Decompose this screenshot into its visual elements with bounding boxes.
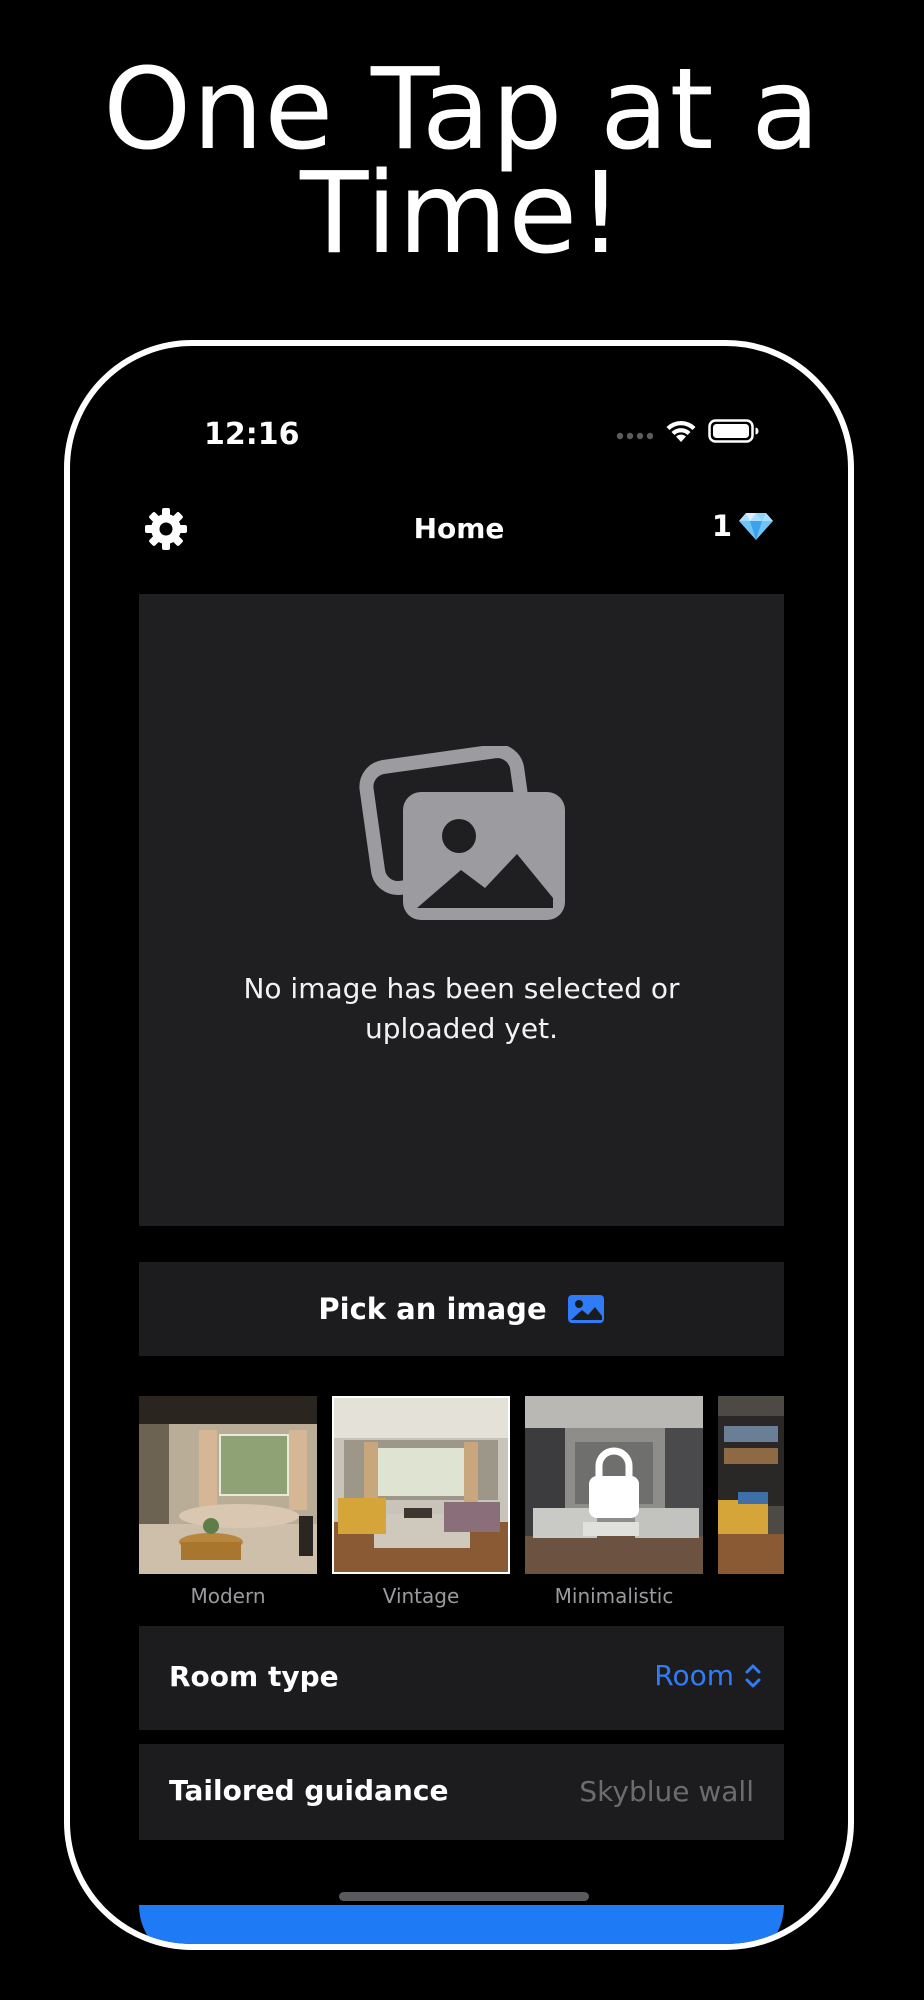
style-option-vintage[interactable]: Vintage xyxy=(332,1396,510,1608)
style-label: Vintage xyxy=(382,1584,460,1608)
style-thumbnail xyxy=(139,1396,317,1574)
style-thumbnail xyxy=(525,1396,703,1574)
status-icons xyxy=(616,418,766,452)
style-label: Minimalistic xyxy=(554,1584,674,1608)
room-type-row[interactable]: Room type Room xyxy=(139,1626,784,1730)
navigation-bar: Home 1 xyxy=(70,496,848,566)
tailored-guidance-row[interactable]: Tailored guidance Skyblue wall xyxy=(139,1744,784,1840)
room-type-picker[interactable]: Room xyxy=(654,1659,762,1692)
tailored-guidance-input[interactable]: Skyblue wall xyxy=(579,1775,754,1808)
style-option-ec[interactable]: Ec xyxy=(718,1396,784,1608)
style-option-modern[interactable]: Modern xyxy=(139,1396,317,1608)
credits-counter[interactable]: 1 xyxy=(712,509,774,543)
lock-icon xyxy=(589,1447,639,1518)
image-preview-area: No image has been selected or uploaded y… xyxy=(139,594,784,1226)
style-label: Modern xyxy=(190,1584,266,1608)
no-image-message: No image has been selected or uploaded y… xyxy=(243,972,680,1045)
pick-image-button[interactable]: Pick an image xyxy=(139,1262,784,1356)
credits-count: 1 xyxy=(711,509,732,543)
room-type-value: Room xyxy=(654,1659,734,1692)
headline-line-2: Time! xyxy=(300,149,624,279)
battery-icon xyxy=(708,419,759,443)
status-bar: 12:16 xyxy=(70,346,848,450)
headline-line-1: One Tap at a xyxy=(103,45,821,175)
style-option-minimalistic[interactable]: Minimalistic xyxy=(525,1396,703,1608)
home-indicator xyxy=(339,1892,589,1901)
style-thumbnail-selected xyxy=(332,1396,510,1574)
tailored-guidance-label: Tailored guidance xyxy=(169,1774,449,1807)
wifi-icon xyxy=(666,420,696,442)
generate-button[interactable] xyxy=(139,1905,784,1944)
status-time: 12:16 xyxy=(204,417,300,452)
style-thumbnail xyxy=(718,1396,784,1574)
room-type-label: Room type xyxy=(169,1660,339,1693)
phone-frame: 12:16 Home 1 No image has been selected … xyxy=(64,340,854,1950)
style-label: Ec xyxy=(718,1584,784,1608)
diamond-icon xyxy=(739,513,773,540)
photo-stack-icon xyxy=(359,746,565,920)
photo-icon xyxy=(567,1295,604,1323)
promo-headline: One Tap at a Time! xyxy=(0,45,924,279)
style-carousel[interactable]: Modern Vintage Minimalistic xyxy=(139,1396,784,1612)
pick-image-label: Pick an image xyxy=(318,1292,547,1326)
chevron-up-down-icon xyxy=(745,1664,761,1687)
signal-dots-icon xyxy=(616,432,654,440)
